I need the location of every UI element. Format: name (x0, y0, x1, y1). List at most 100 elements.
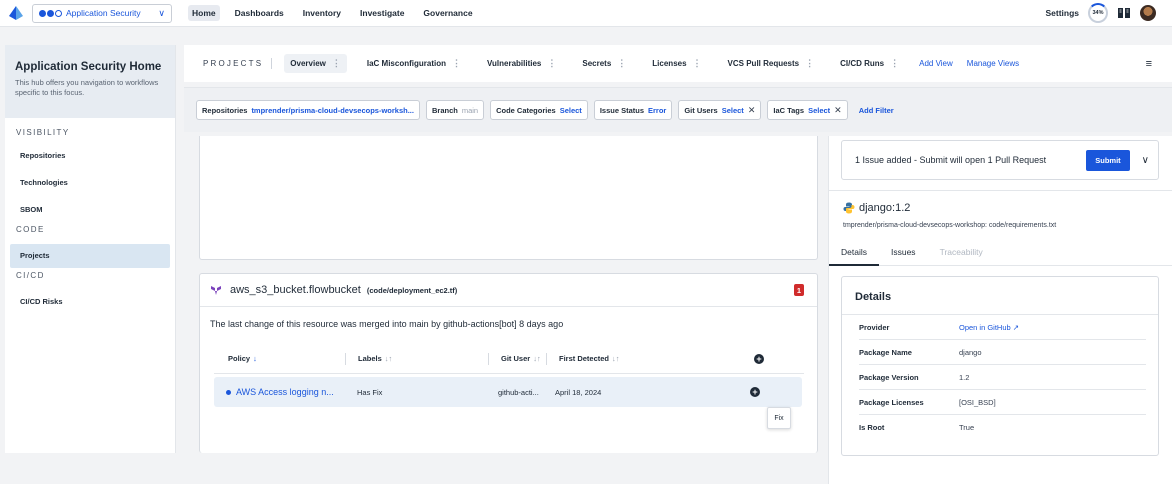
sort-arrow-down-icon[interactable]: ↓ (253, 354, 257, 363)
tab-vcs-pull-requests[interactable]: VCS Pull Requests ⋮ (722, 54, 821, 73)
submit-button[interactable]: Submit (1086, 149, 1130, 171)
details-card: Details Provider Open in GitHub ↗ Packag… (841, 276, 1159, 456)
app-switcher-label: Application Security (66, 8, 141, 18)
settings-link[interactable]: Settings (1045, 8, 1079, 18)
tab-label: Licenses (652, 59, 687, 68)
onboarding-progress[interactable]: 34% (1088, 3, 1108, 23)
column-git-user[interactable]: Git User ↓↑ (501, 354, 546, 363)
close-icon[interactable]: ✕ (748, 105, 756, 116)
sidebar-item-cicd-risks[interactable]: CI/CD Risks (10, 290, 170, 314)
sidebar-item-projects[interactable]: Projects (10, 244, 170, 268)
labels-cell: Has Fix (357, 387, 383, 397)
tab-details[interactable]: Details (829, 241, 879, 266)
detail-key: Package Version (859, 372, 919, 382)
tab-vulnerabilities[interactable]: Vulnerabilities ⋮ (481, 54, 562, 73)
detail-key: Provider (859, 322, 890, 332)
tab-cicd-runs[interactable]: CI/CD Runs ⋮ (834, 54, 905, 73)
filter-repositories[interactable]: Repositories tmprender/prisma-cloud-devse… (196, 100, 420, 120)
resource-name: aws_s3_bucket.flowbucket (230, 284, 361, 296)
book-icon[interactable] (1117, 7, 1131, 19)
filter-bar: Repositories tmprender/prisma-cloud-devse… (184, 87, 1172, 132)
filter-label: IaC Tags (773, 105, 805, 115)
detail-row-provider: Provider Open in GitHub ↗ (859, 315, 1146, 340)
filter-branch[interactable]: Branch main (425, 100, 485, 120)
pull-request-bar: 1 Issue added - Submit will open 1 Pull … (841, 140, 1159, 180)
severity-dot-icon (226, 389, 231, 395)
add-view-link[interactable]: Add View (919, 59, 953, 68)
kebab-icon[interactable]: ⋮ (805, 58, 814, 69)
column-first-detected[interactable]: First Detected ↓↑ (559, 354, 749, 363)
tab-issues[interactable]: Issues (879, 241, 928, 266)
add-fix-icon[interactable]: + (750, 387, 760, 397)
kebab-icon[interactable]: ⋮ (332, 58, 341, 69)
nav-inventory[interactable]: Inventory (299, 5, 345, 21)
sidebar: Application Security Home This hub offer… (5, 45, 176, 453)
nav-governance[interactable]: Governance (419, 5, 476, 21)
detail-key: Package Licenses (859, 397, 924, 407)
detail-row-package-licenses: Package Licenses [OSI_BSD] (859, 390, 1146, 415)
detail-row-is-root: Is Root True (859, 415, 1146, 440)
add-filter-button[interactable]: Add Filter (859, 106, 894, 115)
filter-value: main (461, 105, 479, 115)
nav-investigate[interactable]: Investigate (356, 5, 408, 21)
close-icon[interactable]: ✕ (834, 105, 842, 116)
filter-issue-status[interactable]: Issue Status Error (593, 100, 673, 120)
sidebar-item-technologies[interactable]: Technologies (10, 171, 170, 195)
detail-value: Open in GitHub (959, 322, 1011, 332)
tab-licenses[interactable]: Licenses ⋮ (646, 54, 707, 73)
projects-label: PROJECTS (203, 59, 264, 68)
filter-iac-tags[interactable]: IaC Tags Select ✕ (767, 100, 848, 120)
tab-secrets[interactable]: Secrets ⋮ (576, 54, 632, 73)
prisma-logo-icon[interactable] (9, 6, 23, 20)
menu-icon[interactable]: ≡ (1146, 58, 1152, 70)
detail-row-package-name: Package Name django (859, 340, 1146, 365)
column-label: Git User (501, 354, 531, 363)
nav-dashboards[interactable]: Dashboards (231, 5, 288, 21)
sort-icon[interactable]: ↓↑ (533, 354, 541, 363)
tab-traceability: Traceability (939, 246, 983, 257)
resource-header[interactable]: aws_s3_bucket.flowbucket (code/deploymen… (200, 274, 817, 307)
column-label: Policy (228, 354, 251, 363)
sidebar-item-sbom[interactable]: SBOM (10, 198, 170, 222)
tab-label: Vulnerabilities (486, 59, 542, 68)
pull-request-summary: 1 Issue added - Submit will open 1 Pull … (855, 155, 1047, 165)
policy-cell[interactable]: AWS Access logging n... (214, 387, 357, 397)
filter-label: Code Categories (496, 105, 556, 115)
tab-overview[interactable]: Overview ⋮ (284, 54, 347, 73)
column-policy[interactable]: Policy ↓ (214, 354, 345, 363)
kebab-icon[interactable]: ⋮ (452, 58, 461, 69)
kebab-icon[interactable]: ⋮ (693, 58, 702, 69)
open-in-github-link[interactable]: Open in GitHub ↗ (959, 323, 1019, 332)
external-link-icon: ↗ (1012, 322, 1020, 332)
chevron-down-icon[interactable]: ∨ (1142, 155, 1149, 166)
manage-views-link[interactable]: Manage Views (967, 59, 1019, 68)
sort-icon[interactable]: ↓↑ (385, 354, 393, 363)
filter-label: Issue Status (599, 105, 644, 115)
tab-iac-misconfiguration[interactable]: IaC Misconfiguration ⋮ (361, 54, 467, 73)
tab-label: IaC Misconfiguration (366, 59, 446, 68)
first-detected-cell: April 18, 2024 (555, 387, 602, 397)
app-switcher[interactable]: Application Security ∨ (32, 3, 172, 23)
detail-value: 1.2 (959, 372, 970, 382)
top-bar: Application Security ∨ Home Dashboards I… (0, 0, 1172, 27)
filter-git-users[interactable]: Git Users Select ✕ (678, 100, 762, 120)
divider (345, 352, 346, 365)
column-label: First Detected (559, 354, 610, 363)
add-column-icon[interactable]: + (754, 353, 764, 364)
sidebar-item-repositories[interactable]: Repositories (10, 144, 170, 168)
sidebar-title: Application Security Home (15, 61, 162, 73)
nav-home[interactable]: Home (188, 5, 220, 21)
kebab-icon[interactable]: ⋮ (890, 58, 899, 69)
filter-code-categories[interactable]: Code Categories Select (490, 100, 588, 120)
python-icon (843, 202, 855, 214)
divider (546, 352, 547, 365)
filter-label: Repositories (202, 105, 248, 115)
sort-icon[interactable]: ↓↑ (612, 354, 620, 363)
detail-key: Is Root (859, 423, 885, 432)
avatar[interactable] (1140, 5, 1156, 21)
column-labels[interactable]: Labels ↓↑ (358, 354, 488, 363)
section-cicd: CI/CD (16, 271, 45, 280)
table-row[interactable]: AWS Access logging n... Has Fix github-a… (214, 377, 802, 407)
kebab-icon[interactable]: ⋮ (547, 58, 556, 69)
kebab-icon[interactable]: ⋮ (617, 58, 626, 69)
